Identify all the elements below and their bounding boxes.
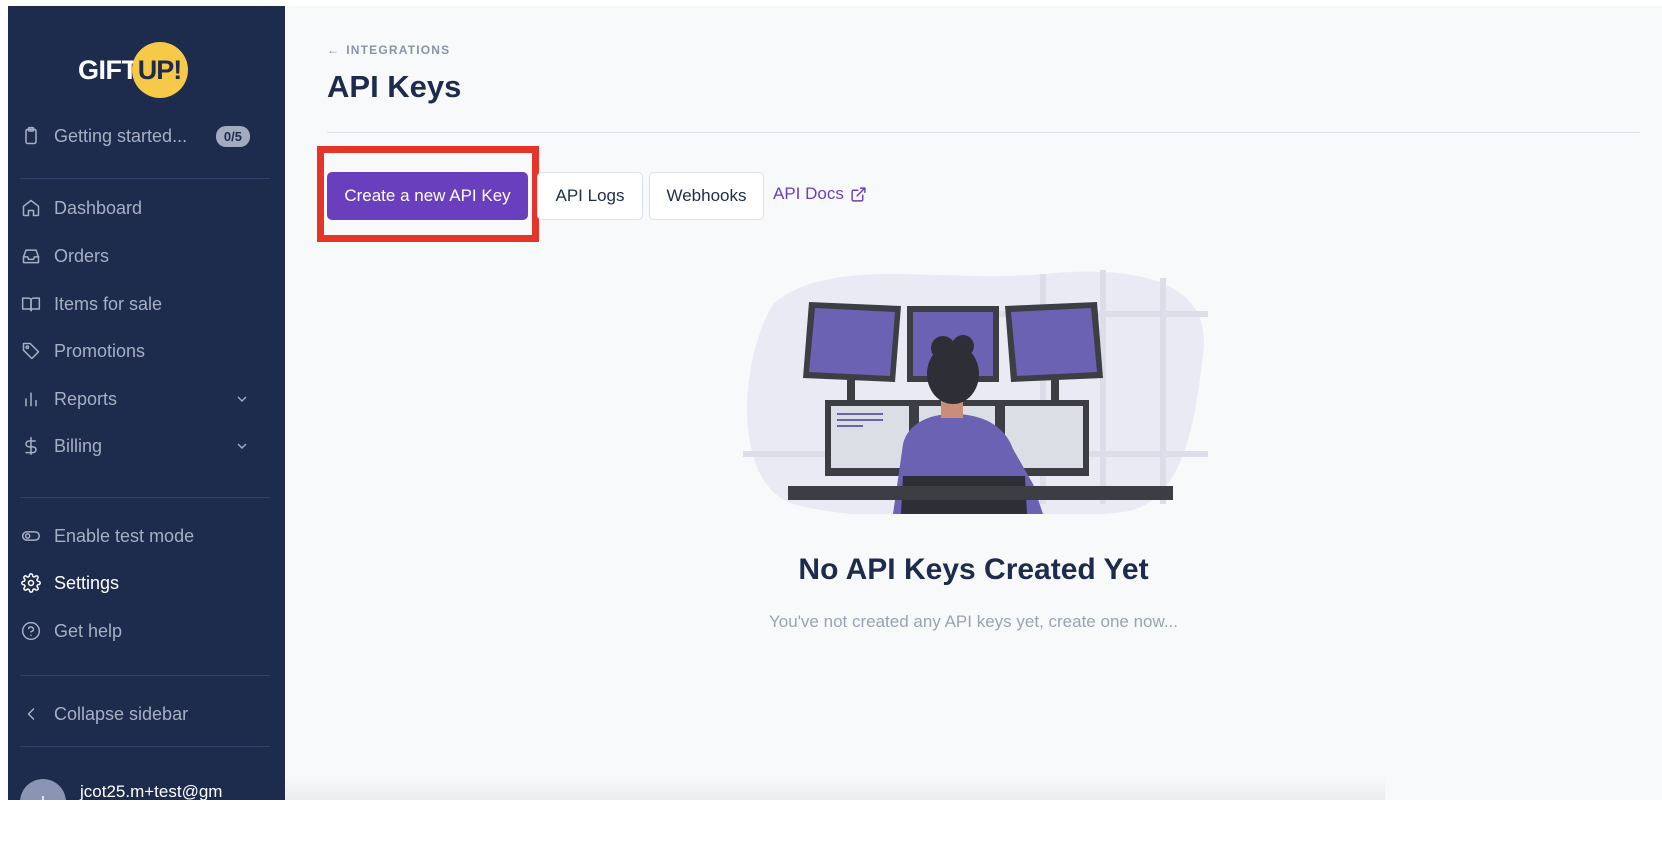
sidebar-item-label: Orders (54, 245, 110, 266)
sidebar-item-label: Settings (54, 572, 120, 593)
collapse-sidebar-button[interactable]: Collapse sidebar (20, 694, 270, 734)
external-link-icon (851, 186, 866, 202)
clipboard-icon (20, 125, 42, 147)
sidebar-item-reports[interactable]: Reports (20, 379, 270, 419)
sidebar-item-label: Dashboard (54, 197, 143, 218)
sidebar-item-dashboard[interactable]: Dashboard (20, 188, 270, 228)
sidebar-item-settings[interactable]: Settings (20, 563, 270, 603)
toggle-icon (20, 525, 42, 547)
progress-badge: 0/5 (215, 126, 250, 147)
gear-icon (20, 572, 42, 594)
sidebar-item-orders[interactable]: Orders (20, 236, 270, 276)
tag-icon (20, 340, 42, 362)
breadcrumb[interactable]: ← INTEGRATIONS (327, 43, 450, 57)
avatar: + (20, 779, 66, 800)
user-menu[interactable]: + jcot25.m+test@gm (20, 779, 222, 800)
sidebar-item-label: Getting started... (54, 125, 188, 146)
page-title: API Keys (327, 69, 462, 104)
logo-badge: UP! (131, 42, 188, 98)
help-circle-icon (20, 620, 42, 642)
sidebar-item-billing[interactable]: Billing (20, 426, 270, 466)
logo-text: GIFT (78, 54, 138, 85)
sidebar-item-items-for-sale[interactable]: Items for sale (20, 284, 270, 324)
sidebar-divider (20, 675, 270, 676)
api-docs-label: API Docs (773, 184, 844, 203)
sidebar-item-get-help[interactable]: Get help (20, 611, 270, 651)
desk (788, 486, 1173, 500)
webhooks-button[interactable]: Webhooks (649, 172, 764, 220)
bar-chart-icon (20, 388, 42, 410)
sidebar-item-promotions[interactable]: Promotions (20, 331, 270, 371)
sidebar-item-label: Items for sale (54, 293, 163, 314)
sidebar-item-label: Get help (54, 620, 123, 641)
api-docs-link[interactable]: API Docs (773, 184, 867, 204)
collapse-sidebar-label: Collapse sidebar (54, 703, 189, 724)
sidebar-divider (20, 497, 270, 498)
empty-state-title: No API Keys Created Yet (798, 553, 1149, 586)
header-divider (327, 132, 1640, 133)
empty-state-illustration (743, 270, 1208, 514)
create-api-key-button[interactable]: Create a new API Key (327, 172, 528, 220)
logo-circle-text: UP! (137, 54, 182, 85)
sidebar-item-test-mode[interactable]: Enable test mode (20, 516, 270, 556)
home-icon (20, 197, 42, 219)
empty-state-subtitle: You've not created any API keys yet, cre… (769, 612, 1178, 631)
sidebar-item-label: Billing (54, 435, 103, 456)
sidebar: GIFT UP! Getting started... 0/5 Dashboar… (8, 6, 285, 800)
sidebar-item-label: Promotions (54, 340, 146, 361)
sidebar-divider (20, 178, 270, 179)
dollar-icon (20, 435, 42, 457)
chevron-left-icon (20, 703, 42, 725)
sidebar-divider (20, 746, 270, 747)
user-email: jcot25.m+test@gm (80, 782, 223, 800)
giftup-logo[interactable]: GIFT UP! (78, 42, 188, 98)
chevron-down-icon (234, 438, 250, 454)
book-icon (20, 293, 42, 315)
inbox-icon (20, 245, 42, 267)
sidebar-item-label: Reports (54, 388, 118, 409)
footer-shadow (285, 776, 1385, 800)
main-content: ← INTEGRATIONS API Keys Create a new API… (285, 6, 1662, 800)
arrow-left-icon: ← (327, 43, 341, 57)
breadcrumb-label: INTEGRATIONS (346, 43, 451, 57)
api-logs-button[interactable]: API Logs (537, 172, 643, 220)
sidebar-item-getting-started[interactable]: Getting started... 0/5 (20, 116, 270, 156)
chevron-down-icon (234, 391, 250, 407)
sidebar-item-label: Enable test mode (54, 525, 195, 546)
app-window: GIFT UP! Getting started... 0/5 Dashboar… (8, 6, 1662, 800)
